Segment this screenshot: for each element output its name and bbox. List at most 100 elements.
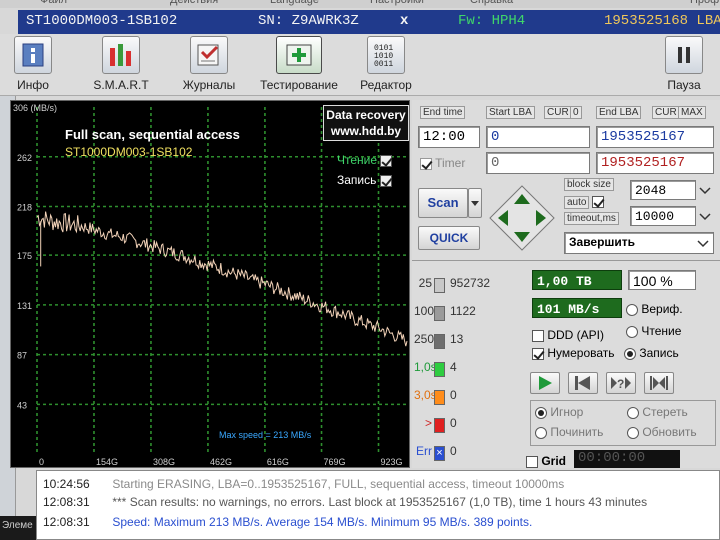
pause-button[interactable]: Пауза: [662, 36, 706, 92]
end-cur-button[interactable]: CUR: [652, 106, 680, 119]
question-jump-icon: ?: [611, 377, 631, 391]
quick-button[interactable]: QUICK: [418, 226, 480, 250]
x-tick-label: 616G: [267, 457, 289, 467]
menu-item[interactable]: Справка: [470, 0, 513, 6]
write-radio[interactable]: [624, 347, 636, 360]
legend-swatch: [434, 334, 445, 349]
speed-graph: 306 (MB/s) 262 218 175 131 87 43 0 154G 308G 462G 6…: [10, 100, 410, 468]
play-button[interactable]: [530, 372, 560, 394]
menu-item[interactable]: Настройки: [370, 0, 424, 6]
finish-dropdown[interactable]: [696, 234, 712, 252]
menu-bar: Файл Действия Language Настройки Справка Проф: [0, 0, 720, 8]
pause-label: Пауза: [667, 78, 701, 92]
legend-count: 0: [450, 444, 457, 458]
timer-label: Timer: [435, 156, 466, 170]
end-time-input[interactable]: 12:00: [418, 126, 480, 148]
drive-serial: SN: Z9AWRK3Z: [258, 13, 359, 29]
block-size-dropdown[interactable]: [698, 180, 714, 200]
timer-toggle[interactable]: Timer: [420, 156, 465, 170]
x-tick-label: 462G: [210, 457, 232, 467]
ddd-api-checkbox[interactable]: [532, 329, 544, 342]
repair-radio[interactable]: [535, 426, 547, 439]
legend-swatch: [434, 306, 445, 321]
chevron-down-icon: [471, 201, 479, 206]
timeout-dropdown[interactable]: [698, 206, 714, 226]
block-size-select[interactable]: 2048: [630, 180, 696, 200]
legend-swatch: ×: [434, 446, 445, 461]
grid-toggle[interactable]: Grid: [526, 454, 566, 468]
update-option[interactable]: Обновить: [627, 425, 697, 439]
auto-toggle[interactable]: auto: [564, 195, 605, 209]
ignore-option[interactable]: Игнор: [535, 405, 583, 419]
read-checkbox[interactable]: [380, 154, 393, 167]
brand-line-1: Data recovery: [326, 108, 406, 122]
max-speed-label: Max speed = 213 MB/s: [219, 430, 312, 440]
drive-firmware: Fw: HPH4: [458, 13, 526, 29]
read-toggle[interactable]: Чтение: [337, 153, 393, 167]
start-cur-button[interactable]: CUR: [544, 106, 572, 119]
close-drive-button[interactable]: x: [400, 13, 408, 29]
navigation-pad[interactable]: [488, 184, 556, 252]
read-radio[interactable]: [626, 325, 638, 338]
read-option[interactable]: Чтение: [626, 324, 681, 338]
latency-legend: 25 952732 100 1122 250 13 1,0s 4 3,0s 0 >0 Err × 0: [414, 276, 524, 466]
menu-item[interactable]: Проф: [690, 0, 719, 6]
legend-threshold: >: [424, 416, 432, 430]
timeout-select[interactable]: 10000: [630, 206, 696, 226]
testing-label: Тестирование: [260, 78, 338, 92]
erase-option[interactable]: Стереть: [627, 405, 688, 419]
log-message: Speed: Maximum 213 MB/s. Average 154 MB/…: [112, 515, 533, 529]
end-max-button[interactable]: MAX: [678, 106, 706, 119]
menu-item[interactable]: Действия: [170, 0, 218, 6]
write-option[interactable]: Запись: [624, 346, 679, 360]
start-lba-input[interactable]: 0: [486, 126, 590, 148]
smart-button[interactable]: S.M.A.R.T: [92, 36, 150, 92]
legend-threshold: 250: [414, 332, 435, 346]
erase-radio[interactable]: [627, 406, 639, 419]
read-option-label: Чтение: [641, 324, 682, 338]
verify-radio[interactable]: [626, 303, 638, 316]
ignore-radio[interactable]: [535, 406, 547, 419]
scan-dropdown-button[interactable]: [468, 188, 482, 218]
timer-checkbox[interactable]: [420, 157, 432, 170]
finish-action-select[interactable]: Завершить: [564, 232, 714, 254]
legend-swatch: [434, 390, 445, 405]
jump-error-button[interactable]: ?: [606, 372, 636, 394]
grid-checkbox[interactable]: [526, 455, 538, 468]
write-checkbox[interactable]: [379, 174, 392, 187]
grid-label: Grid: [541, 454, 567, 468]
legend-count: 1122: [450, 304, 476, 318]
info-button[interactable]: Инфо: [10, 36, 56, 92]
y-tick-label: 43: [17, 400, 27, 410]
y-axis-top-label: 306 (MB/s): [13, 103, 57, 113]
editor-button[interactable]: 0101 1010 0011 Редактор: [356, 36, 416, 92]
smart-label: S.M.A.R.T: [93, 78, 149, 92]
write-toggle-label: Запись: [337, 173, 377, 187]
back-button[interactable]: [568, 372, 598, 394]
block-size-label: block size: [564, 178, 614, 191]
numbering-checkbox[interactable]: [532, 347, 544, 360]
numbering-option[interactable]: Нумеровать: [532, 346, 615, 360]
nav-arrows-icon: [489, 185, 555, 251]
repair-option[interactable]: Починить: [535, 425, 603, 439]
brand-line-2: www.hdd.by: [330, 124, 402, 138]
timer-input[interactable]: 0: [486, 152, 590, 174]
testing-button[interactable]: Тестирование: [256, 36, 342, 92]
verify-option[interactable]: Вериф.: [626, 302, 683, 316]
ddd-api-option[interactable]: DDD (API): [532, 328, 604, 342]
auto-checkbox[interactable]: [592, 196, 605, 208]
end-lba-input[interactable]: 1953525167: [596, 126, 714, 148]
end-lba-secondary: 1953525167: [596, 152, 714, 174]
editor-label: Редактор: [360, 78, 412, 92]
menu-item[interactable]: Файл: [40, 0, 67, 6]
graph-model: ST1000DM003-1SB102: [65, 145, 193, 159]
y-tick-label: 175: [17, 251, 32, 261]
skip-end-button[interactable]: [644, 372, 674, 394]
write-toggle[interactable]: Запись: [337, 173, 392, 187]
logs-button[interactable]: Журналы: [178, 36, 240, 92]
update-radio[interactable]: [627, 426, 639, 439]
info-icon: [14, 36, 52, 74]
x-tick-label: 923G: [381, 457, 403, 467]
menu-item[interactable]: Language: [270, 0, 319, 6]
scan-button[interactable]: Scan: [418, 188, 468, 218]
